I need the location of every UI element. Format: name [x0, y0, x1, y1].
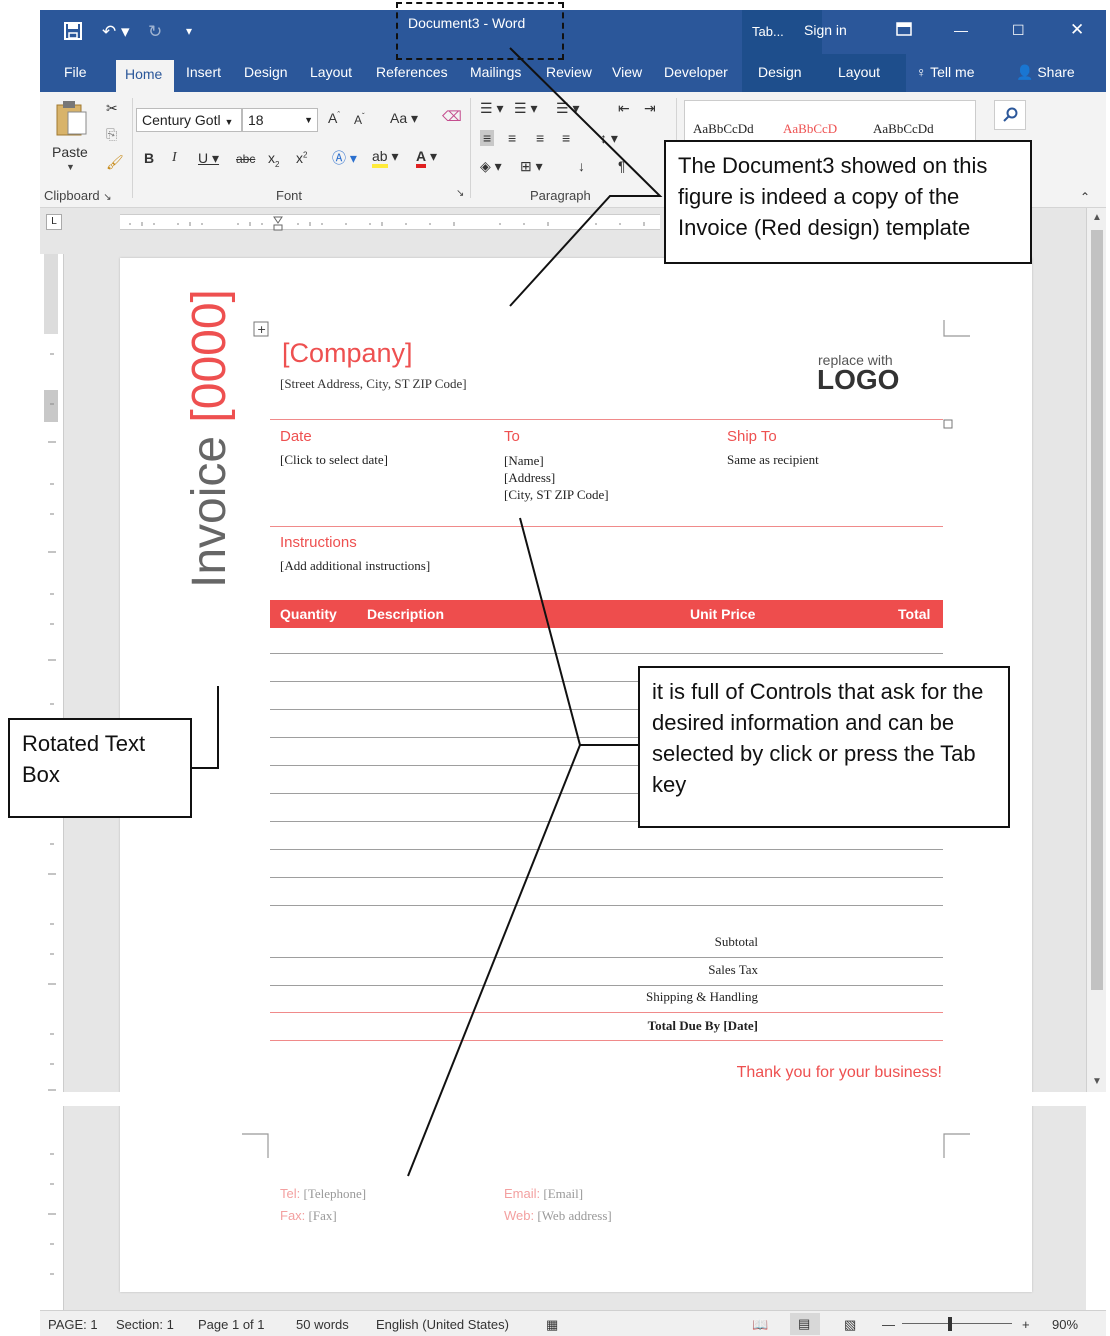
leader-line-middle-down [407, 744, 581, 1177]
callout-template-note: The Document3 showed on this figure is i… [664, 140, 1032, 264]
leader-line-middle-up [519, 517, 640, 746]
leader-line-top [509, 47, 663, 307]
leader-line-left [192, 686, 219, 769]
callout-controls-note: it is full of Controls that ask for the … [638, 666, 1010, 828]
callout-rotated-text-box: Rotated Text Box [8, 718, 192, 818]
